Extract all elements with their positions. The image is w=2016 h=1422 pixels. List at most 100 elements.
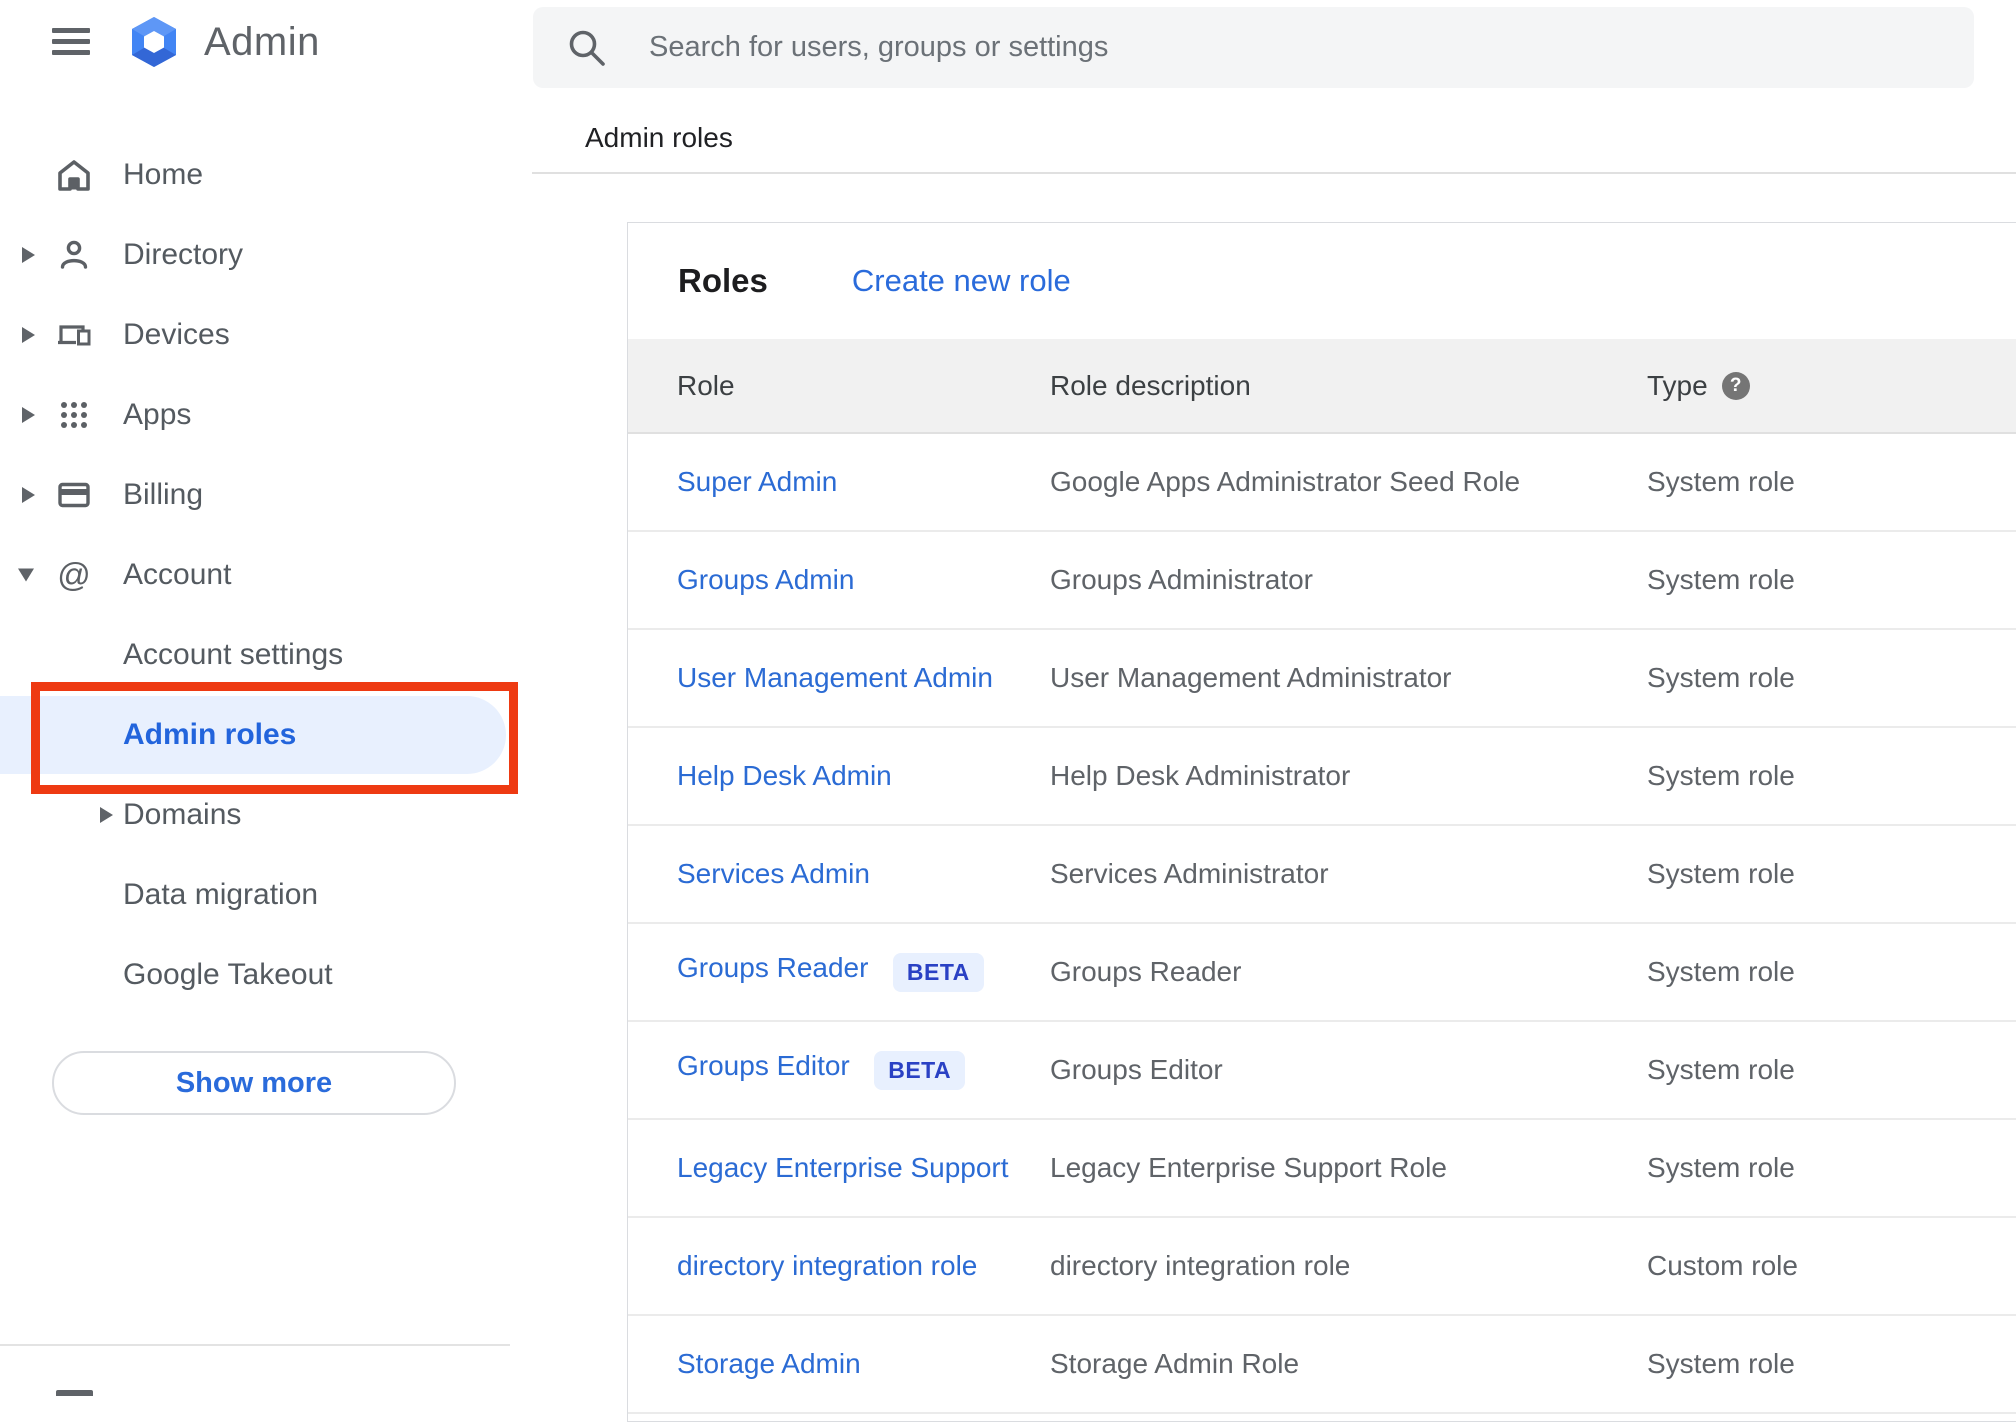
role-type: System role [1647, 1054, 1795, 1085]
sidebar-nav: Home Directory Devices Apps Billing @ Ac… [0, 90, 531, 1015]
breadcrumb: Admin roles [585, 122, 733, 153]
chevron-right-icon [22, 327, 35, 343]
credit-card-icon [58, 482, 90, 508]
app-title: Admin [204, 19, 320, 64]
table-row: User Management Admin User Management Ad… [628, 630, 2016, 728]
table-row: directory integration role directory int… [628, 1218, 2016, 1316]
roles-card: Roles Create new role Role Role descript… [627, 222, 2016, 1422]
chevron-right-icon [22, 487, 35, 503]
roles-card-header: Roles Create new role [628, 223, 2016, 339]
sidebar-item-billing[interactable]: Billing [0, 455, 531, 535]
role-link[interactable]: Legacy Enterprise Support [677, 1152, 1009, 1183]
at-sign-icon: @ [57, 557, 91, 593]
clipped-bottom-icon [56, 1390, 93, 1396]
table-row: Groups Reader BETA Groups Reader System … [628, 924, 2016, 1022]
role-link[interactable]: Services Admin [677, 858, 870, 889]
apps-grid-icon [61, 402, 87, 428]
hamburger-menu-icon[interactable] [52, 28, 90, 58]
role-description: Google Apps Administrator Seed Role [1050, 466, 1521, 497]
role-type: System role [1647, 564, 1795, 595]
admin-hexagon-logo-icon [132, 17, 176, 67]
sidebar-item-label: Google Takeout [123, 958, 333, 991]
chevron-down-icon [18, 568, 34, 582]
role-description: Legacy Enterprise Support Role [1050, 1152, 1447, 1183]
role-link[interactable]: Groups Admin [677, 564, 854, 595]
role-link[interactable]: directory integration role [677, 1250, 977, 1281]
role-link[interactable]: User Management Admin [677, 662, 993, 693]
role-description: User Management Administrator [1050, 662, 1452, 693]
table-row: Groups Editor BETA Groups Editor System … [628, 1022, 2016, 1120]
sidebar-item-directory[interactable]: Directory [0, 215, 531, 295]
home-icon [58, 160, 90, 191]
role-description: Groups Administrator [1050, 564, 1313, 595]
sidebar-item-label: Directory [123, 238, 244, 271]
sidebar-item-label: Domains [123, 798, 242, 831]
table-row: Legacy Enterprise Support Legacy Enterpr… [628, 1120, 2016, 1218]
header-divider [532, 172, 2016, 174]
svg-text:@: @ [57, 557, 91, 593]
sidebar-item-label: Devices [123, 318, 230, 351]
table-row: Super Admin Google Apps Administrator Se… [628, 434, 2016, 532]
sidebar-item-label: Billing [123, 478, 204, 511]
sidebar-item-label: Admin roles [123, 718, 297, 751]
sidebar-item-account[interactable]: @ Account [0, 535, 531, 615]
sidebar-divider [0, 1344, 510, 1346]
sidebar-item-label: Account [123, 558, 232, 591]
role-link[interactable]: Help Desk Admin [677, 760, 892, 791]
sidebar-item-label: Account settings [123, 638, 344, 671]
table-row: Groups Admin Groups Administrator System… [628, 532, 2016, 630]
role-type: System role [1647, 760, 1795, 791]
sidebar-item-home[interactable]: Home [0, 135, 531, 215]
column-header-type-label: Type [1647, 369, 1708, 401]
sidebar: Admin Home Directory Devices Apps Billin… [0, 0, 531, 1396]
chevron-right-icon [22, 247, 35, 263]
chevron-right-icon [100, 807, 113, 823]
role-type: System role [1647, 956, 1795, 987]
sidebar-item-google-takeout[interactable]: Google Takeout [0, 935, 531, 1015]
roles-title: Roles [678, 262, 768, 299]
role-type: System role [1647, 1152, 1795, 1183]
sidebar-item-account-settings[interactable]: Account settings [0, 615, 531, 695]
sidebar-item-domains[interactable]: Domains [0, 775, 531, 855]
sidebar-item-label: Home [123, 158, 204, 191]
table-row: Services Admin Services Administrator Sy… [628, 826, 2016, 924]
role-type: System role [1647, 858, 1795, 889]
role-description: Services Administrator [1050, 858, 1329, 889]
sidebar-item-label: Apps [123, 398, 192, 431]
search-icon [569, 30, 605, 66]
search-input[interactable] [647, 30, 1851, 65]
person-icon [60, 240, 88, 269]
main-content: Admin roles Roles Create new role Role R… [531, 0, 2016, 1422]
role-link[interactable]: Storage Admin [677, 1348, 861, 1379]
app-logo: Admin [126, 14, 320, 70]
help-icon[interactable]: ? [1721, 371, 1750, 400]
role-link[interactable]: Super Admin [677, 466, 837, 497]
role-description: Groups Reader [1050, 956, 1242, 987]
devices-icon [58, 325, 91, 346]
role-type: System role [1647, 1348, 1795, 1379]
sidebar-header: Admin [0, 0, 531, 90]
role-description: Storage Admin Role [1050, 1348, 1300, 1379]
role-type: System role [1647, 466, 1795, 497]
role-description: directory integration role [1050, 1250, 1351, 1281]
role-type: System role [1647, 662, 1795, 693]
beta-badge: BETA [874, 1051, 966, 1091]
role-description: Help Desk Administrator [1050, 760, 1351, 791]
column-header-description: Role description [1050, 369, 1251, 401]
table-row: Help Desk Admin Help Desk Administrator … [628, 728, 2016, 826]
sidebar-item-admin-roles[interactable]: Admin roles [0, 695, 531, 775]
beta-badge: BETA [892, 953, 984, 993]
show-more-button[interactable]: Show more [52, 1051, 456, 1115]
column-header-role: Role [677, 369, 735, 401]
search-bar[interactable] [533, 7, 1974, 88]
role-link[interactable]: Groups Editor [677, 1050, 850, 1081]
role-description: Groups Editor [1050, 1054, 1223, 1085]
chevron-right-icon [22, 407, 35, 423]
sidebar-item-devices[interactable]: Devices [0, 295, 531, 375]
role-link[interactable]: Groups Reader [677, 952, 868, 983]
sidebar-item-data-migration[interactable]: Data migration [0, 855, 531, 935]
create-new-role-link[interactable]: Create new role [852, 263, 1071, 299]
role-type: Custom role [1647, 1250, 1798, 1281]
column-header-type: Type ? [1647, 370, 2016, 402]
sidebar-item-apps[interactable]: Apps [0, 375, 531, 455]
